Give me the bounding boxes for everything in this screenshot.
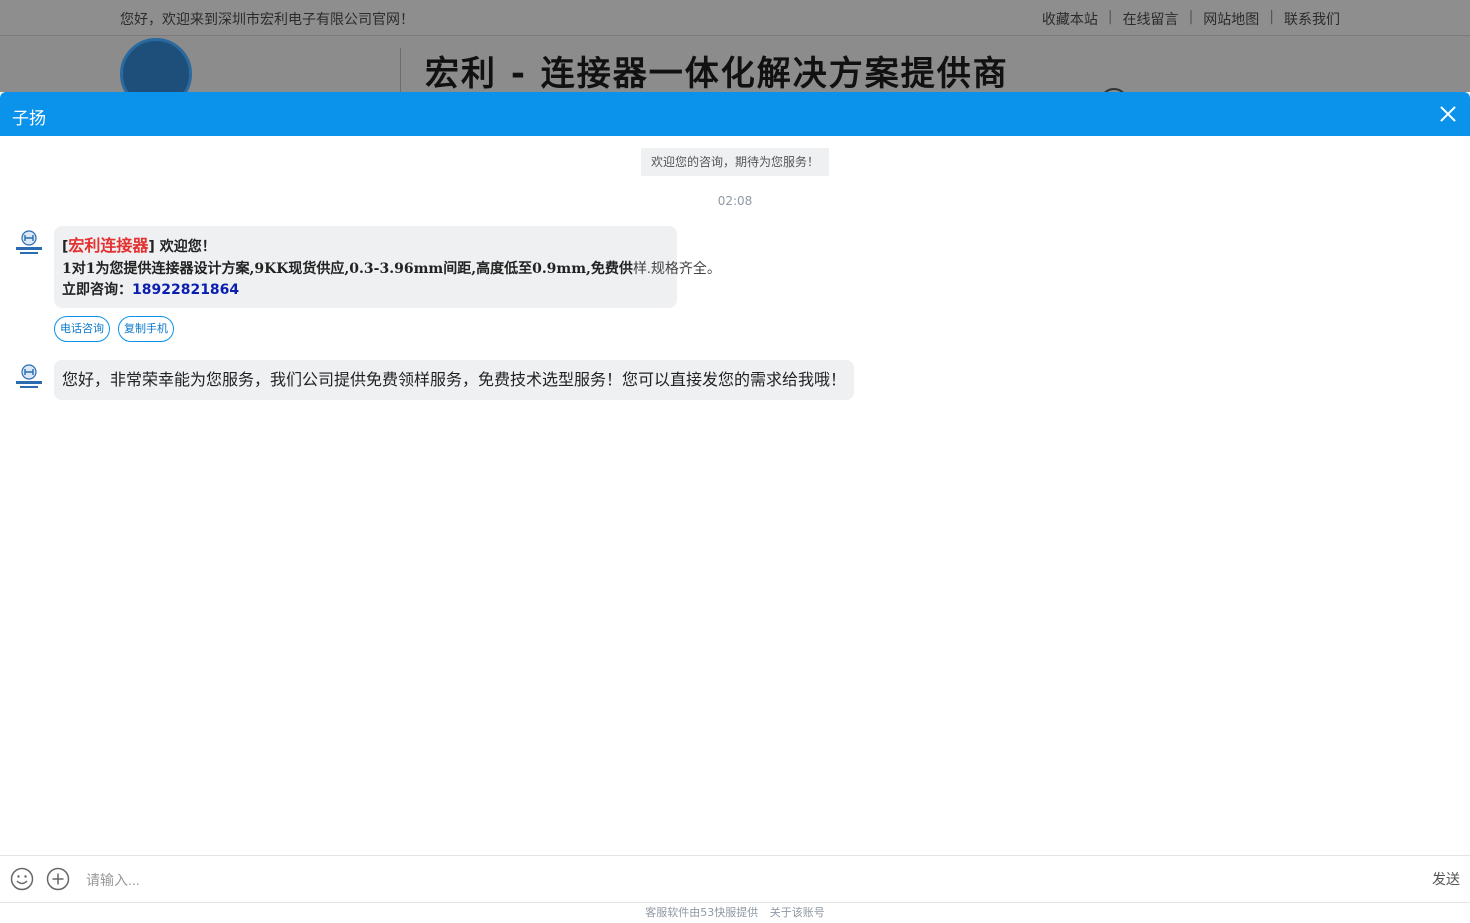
copy-phone-button[interactable]: 复制手机: [118, 316, 174, 342]
site-top-links: 收藏本站 | 在线留言 | 网站地图 | 联系我们: [1042, 9, 1340, 29]
site-topbar: 您好，欢迎来到深圳市宏利电子有限公司官网！ 收藏本站 | 在线留言 | 网站地图…: [0, 0, 1470, 36]
chat-footer: 客服软件由53快服提供 关于该账号: [0, 904, 1470, 920]
site-welcome-text: 您好，欢迎来到深圳市宏利电子有限公司官网！: [120, 12, 414, 28]
link-separator: |: [1188, 9, 1194, 25]
message-contact-line: 立即咨询：18922821864: [62, 280, 669, 301]
emoji-icon[interactable]: [10, 867, 34, 891]
phone-number-link[interactable]: 18922821864: [132, 282, 239, 298]
bookmark-link[interactable]: 收藏本站: [1042, 9, 1098, 29]
message-bubble: 您好，非常荣幸能为您服务，我们公司提供免费领样服务，免费技术选型服务！您可以直接…: [54, 360, 854, 400]
powered-by-link[interactable]: 客服软件由53快服提供: [645, 906, 758, 919]
site-header-divider: [400, 48, 401, 92]
message-composer: 发送: [0, 855, 1470, 903]
link-separator: |: [1107, 9, 1113, 25]
description-text: 1对1为您提供连接器设计方案,9KK现货供应,0.3-3.96mm间距,高度低至…: [62, 261, 633, 277]
link-separator: |: [1269, 9, 1274, 25]
brand-name: 宏利连接器: [68, 236, 149, 255]
message-description-line: 1对1为您提供连接器设计方案,9KK现货供应,0.3-3.96mm间距,高度低至…: [62, 258, 721, 280]
chat-window: 子扬 欢迎您的咨询，期待为您服务！ 02:08 [宏利连接器] 欢迎您！ 1对1…: [0, 92, 1470, 923]
message-input[interactable]: [84, 864, 1388, 896]
send-button[interactable]: 发送: [1432, 869, 1460, 889]
contact-label: 立即咨询：: [62, 282, 132, 298]
chat-header: 子扬: [0, 92, 1470, 136]
greeting-text: ] 欢迎您！: [148, 239, 216, 255]
agent-avatar: [16, 364, 42, 388]
about-account-link[interactable]: 关于该账号: [770, 906, 825, 919]
message-greeting-line: [宏利连接器] 欢迎您！: [62, 235, 669, 258]
phone-consult-button[interactable]: 电话咨询: [54, 316, 110, 342]
plus-icon[interactable]: [46, 867, 70, 891]
message-timestamp: 02:08: [717, 194, 753, 208]
message-board-link[interactable]: 在线留言: [1123, 9, 1179, 29]
contact-link[interactable]: 联系我们: [1284, 9, 1340, 29]
description-tail: 样.规格齐全。: [632, 260, 721, 276]
sitemap-link[interactable]: 网站地图: [1203, 9, 1259, 29]
message-bubble: [宏利连接器] 欢迎您！ 1对1为您提供连接器设计方案,9KK现货供应,0.3-…: [54, 226, 721, 308]
quick-action-chips: 电话咨询 复制手机: [54, 316, 174, 342]
agent-name: 子扬: [12, 109, 46, 129]
close-icon[interactable]: [1436, 102, 1460, 126]
agent-avatar: [16, 230, 42, 254]
system-welcome-note: 欢迎您的咨询，期待为您服务！: [641, 148, 829, 176]
site-slogan: 宏利 - 连接器一体化解决方案提供商: [425, 54, 1009, 92]
